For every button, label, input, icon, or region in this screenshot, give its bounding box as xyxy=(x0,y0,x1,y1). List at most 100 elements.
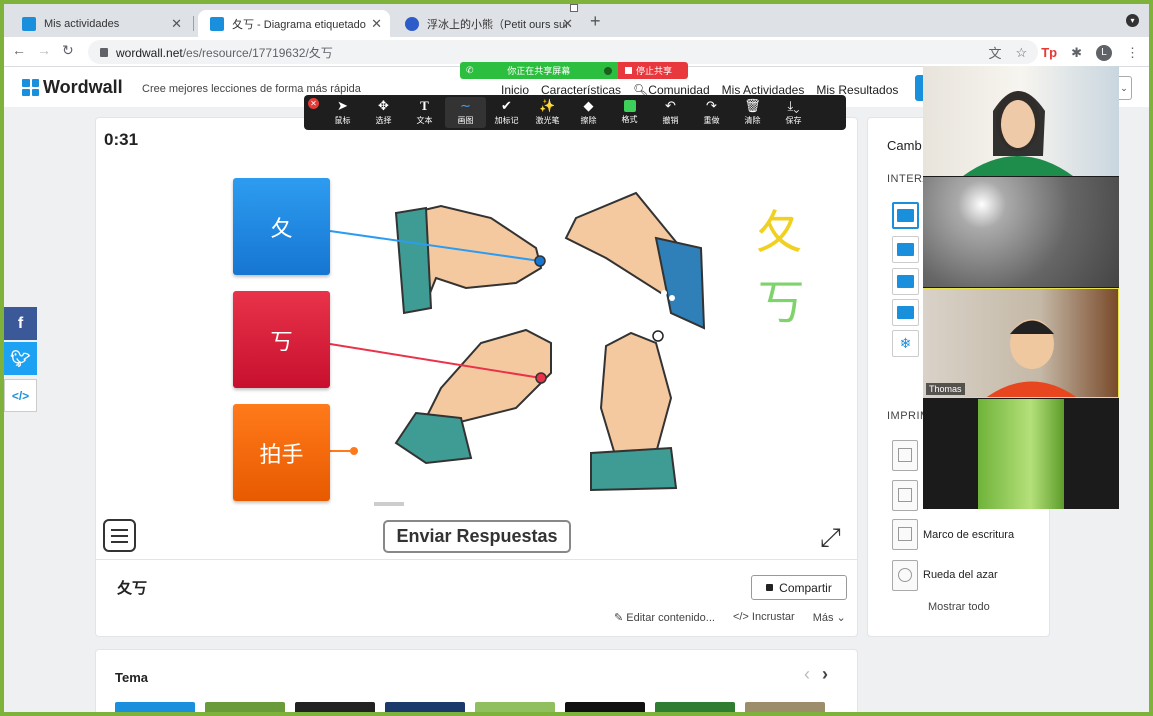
close-icon[interactable]: ✕ xyxy=(171,16,182,32)
tool-draw[interactable]: ∼ 画图 xyxy=(445,97,486,128)
stop-share-button[interactable]: 停止共享 xyxy=(618,62,688,79)
close-icon[interactable]: ✕ xyxy=(562,16,573,32)
url-path: /es/resource/17719632/夂丂 xyxy=(182,45,333,60)
undo-icon: ↶ xyxy=(665,98,676,113)
back-arrow-icon[interactable]: ← xyxy=(12,42,26,58)
theme-thumb[interactable] xyxy=(475,702,555,712)
extensions-puzzle-icon[interactable]: ✱ xyxy=(1071,45,1082,61)
panel-header: Camb xyxy=(887,138,922,153)
drop-target-1[interactable] xyxy=(534,255,546,267)
bookmark-star-icon[interactable]: ☆ xyxy=(1016,45,1028,61)
more-vert-icon[interactable]: ⋮ xyxy=(1126,45,1139,61)
tab-mis-actividades[interactable]: Mis actividades ✕ xyxy=(10,10,190,37)
connector-end-3[interactable] xyxy=(350,447,358,455)
activity-card: 夂 丂 0:31 夂 丂 拍手 Enviar Respuestas ⤢ 夂丂 C… xyxy=(95,117,858,637)
edit-content-link[interactable]: ✎ Editar contenido... xyxy=(614,611,715,624)
lock-icon xyxy=(100,47,108,57)
activity-title: 夂丂 xyxy=(117,580,148,597)
label-card-1[interactable]: 夂 xyxy=(233,178,330,275)
hands-image-bottom-right xyxy=(590,331,678,492)
submit-answers-button[interactable]: Enviar Respuestas xyxy=(383,520,571,553)
share-button[interactable]: Compartir xyxy=(751,575,847,600)
tool-mouse[interactable]: ➤ 鼠标 xyxy=(322,99,363,126)
video-gallery: Thomas xyxy=(923,66,1119,509)
tool-select[interactable]: ✥ 选择 xyxy=(363,99,404,126)
trash-icon: 🗑︎ xyxy=(744,98,761,113)
shield-icon xyxy=(604,66,612,75)
tool-text[interactable]: T 文本 xyxy=(404,99,445,126)
tool-save[interactable]: ⤓⌄ 保存 xyxy=(773,99,814,126)
tool-stamp[interactable]: ✔ 加标记 xyxy=(486,99,527,126)
tab-search-chevron-icon[interactable]: ▾ xyxy=(1126,14,1139,27)
template-labelled-diagram[interactable] xyxy=(892,202,919,229)
video-tile-thomas[interactable]: Thomas xyxy=(923,288,1119,398)
eraser-icon: ◆ xyxy=(583,98,594,113)
annotation-toolbar: ✕ ➤ 鼠标 ✥ 选择 T 文本 ∼ 画图 ✔ 加标记 ✨ 激光笔 ◆ 擦除 格式 ↶ 撤销 ↷… xyxy=(304,95,846,130)
print-wheel-icon[interactable] xyxy=(892,560,918,591)
tagline: Cree mejores lecciones de forma más rápi… xyxy=(142,83,361,95)
tool-format[interactable]: 格式 xyxy=(609,100,650,125)
forward-arrow-icon[interactable]: → xyxy=(37,42,51,58)
tab-diagrama-etiquetado[interactable]: 夂丂 - Diagrama etiquetado ✕ xyxy=(198,10,390,37)
chevron-right-icon[interactable]: › xyxy=(822,664,828,684)
theme-thumb[interactable] xyxy=(295,702,375,712)
template-option[interactable] xyxy=(892,268,919,295)
profile-avatar[interactable]: L xyxy=(1096,44,1112,61)
theme-thumb[interactable] xyxy=(385,702,465,712)
embed-share-button[interactable]: </> xyxy=(4,379,37,412)
print-writing-frame-label[interactable]: Marco de escritura xyxy=(923,529,1014,541)
facebook-share-button[interactable]: f xyxy=(4,307,37,340)
close-icon[interactable]: ✕ xyxy=(308,98,319,109)
extension-tp-icon[interactable]: Tp xyxy=(1041,45,1057,60)
drop-target-2[interactable] xyxy=(535,372,547,384)
video-tile-participant-4[interactable] xyxy=(923,399,1119,509)
sharing-indicator: ✆ 你正在共享屏幕 xyxy=(460,62,618,79)
site-favicon-icon xyxy=(405,16,419,31)
new-tab-plus-icon[interactable]: + xyxy=(590,11,601,32)
close-icon[interactable]: ✕ xyxy=(371,16,382,32)
label-card-3[interactable]: 拍手 xyxy=(233,404,330,501)
snowflake-icon: ❄ xyxy=(899,335,912,351)
twitter-share-button[interactable]: 🐦︎ xyxy=(4,342,37,375)
theme-thumb[interactable] xyxy=(655,702,735,712)
video-tile-host[interactable] xyxy=(923,66,1119,176)
hamburger-menu-icon[interactable] xyxy=(103,519,136,552)
translate-icon[interactable]: 文 xyxy=(989,43,1002,62)
embed-link[interactable]: </> Incrustar xyxy=(733,611,795,624)
print-wheel-label[interactable]: Rueda del azar xyxy=(923,569,998,581)
wordwall-logo[interactable]: Wordwall xyxy=(22,77,123,98)
print-writing-frame-icon[interactable] xyxy=(892,519,918,550)
template-snowflake[interactable]: ❄ xyxy=(892,330,919,357)
theme-thumb[interactable] xyxy=(115,702,195,712)
show-all-link[interactable]: Mostrar todo xyxy=(928,601,990,613)
theme-thumb[interactable] xyxy=(565,702,645,712)
tool-clear[interactable]: 🗑︎ 清除 xyxy=(732,99,773,126)
template-option[interactable] xyxy=(892,299,919,326)
checkmark-icon: ✔ xyxy=(501,98,512,113)
theme-thumb[interactable] xyxy=(745,702,825,712)
wordwall-favicon-icon xyxy=(22,16,36,31)
color-swatch-icon xyxy=(623,100,636,112)
tool-redo[interactable]: ↷ 重做 xyxy=(691,99,732,126)
address-bar[interactable]: wordwall.net/es/resource/17719632/夂丂 xyxy=(88,40,1038,64)
pencil-icon: ✎ xyxy=(614,612,627,624)
print-template-icon[interactable] xyxy=(892,480,918,511)
fullscreen-icon[interactable]: ⤢ xyxy=(820,522,841,554)
browser-window: Mis actividades ✕ 夂丂 - Diagrama etiqueta… xyxy=(4,4,1149,712)
theme-thumb[interactable] xyxy=(205,702,285,712)
tool-erase[interactable]: ◆ 擦除 xyxy=(568,99,609,126)
theme-card: Tema ‹ › xyxy=(95,649,858,712)
tab-petit-ours[interactable]: 浮冰上的小熊（Petit ours sur la ✕ xyxy=(393,10,581,37)
label-card-2[interactable]: 丂 xyxy=(233,291,330,388)
handwriting-annotation-2: 丂 xyxy=(758,275,804,329)
tool-undo[interactable]: ↶ 撤销 xyxy=(650,99,691,126)
activity-actions: ✎ Editar contenido... </> Incrustar Más … xyxy=(614,611,846,624)
more-dropdown[interactable]: Más ⌄ xyxy=(813,611,846,624)
print-template-icon[interactable] xyxy=(892,440,918,471)
template-option[interactable] xyxy=(892,236,919,263)
drop-target-3[interactable] xyxy=(652,330,664,342)
video-tile-participant-2[interactable] xyxy=(923,177,1119,287)
tool-laser[interactable]: ✨ 激光笔 xyxy=(527,99,568,126)
reload-icon[interactable]: ↻ xyxy=(62,42,74,59)
chevron-left-icon[interactable]: ‹ xyxy=(804,664,810,684)
